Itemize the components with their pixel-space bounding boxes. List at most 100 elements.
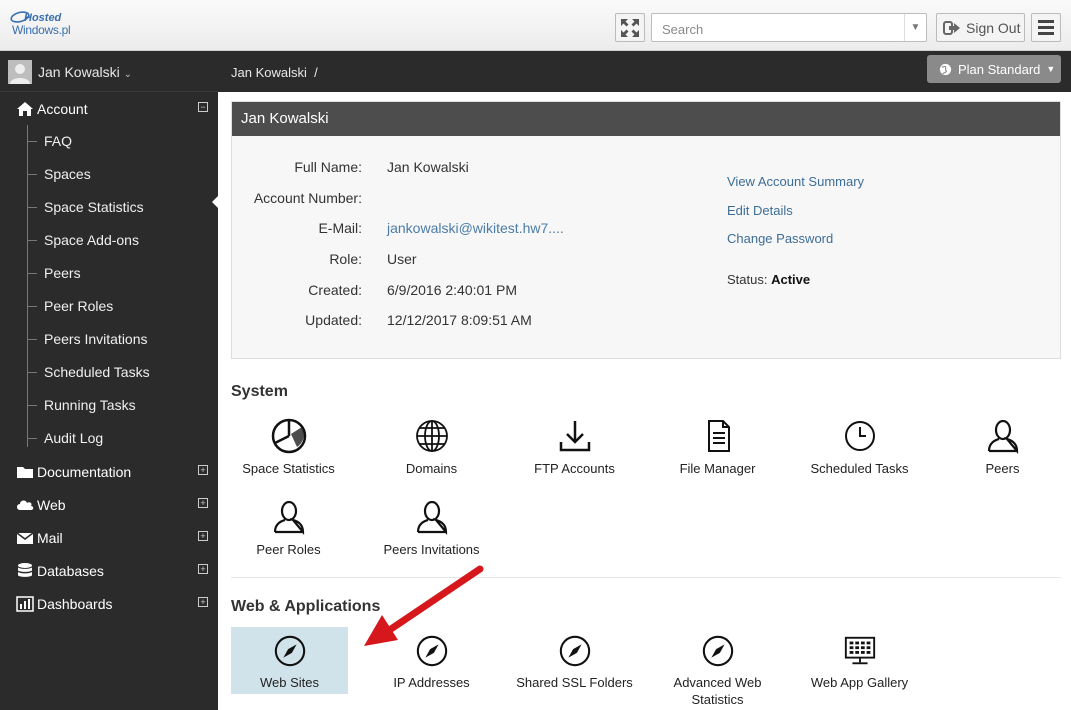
user-name[interactable]: Jan Kowalski ⌄ bbox=[38, 64, 132, 80]
globe-icon bbox=[939, 63, 952, 75]
sidebar-item-label: Databases bbox=[37, 562, 104, 579]
user-icon bbox=[987, 419, 1018, 454]
tile-file-manager[interactable]: File Manager bbox=[659, 418, 776, 488]
tile-peer-roles[interactable]: Peer Roles bbox=[230, 499, 347, 569]
account-panel-title: Jan Kowalski bbox=[232, 102, 1060, 136]
expand-toggle-icon[interactable]: + bbox=[198, 564, 208, 574]
sidebar-item-label: Mail bbox=[37, 529, 63, 546]
cloud-icon bbox=[17, 500, 34, 510]
search-input[interactable] bbox=[660, 20, 900, 38]
sidebar-item-databases[interactable]: Databases + bbox=[0, 554, 218, 587]
search-box[interactable]: ▼ bbox=[651, 13, 927, 42]
tile-label: Peers bbox=[985, 461, 1020, 476]
view-account-summary-link[interactable]: View Account Summary bbox=[727, 174, 864, 189]
compass-icon bbox=[559, 635, 590, 667]
sign-out-button[interactable]: Sign Out bbox=[936, 13, 1025, 42]
envelope-icon bbox=[16, 532, 34, 544]
main-content: Jan Kowalski Full Name: Jan Kowalski Acc… bbox=[218, 92, 1071, 710]
sidebar-item-spaces[interactable]: Spaces bbox=[0, 158, 218, 191]
globe-icon bbox=[415, 420, 448, 452]
expand-toggle-icon[interactable]: + bbox=[198, 498, 208, 508]
email-link[interactable]: jankowalski@wikitest.hw7.... bbox=[387, 220, 564, 236]
hamburger-icon-bar bbox=[1038, 32, 1054, 35]
section-title-system: System bbox=[231, 383, 288, 400]
search-dropdown-toggle[interactable]: ▼ bbox=[904, 14, 926, 41]
hamburger-menu-button[interactable] bbox=[1031, 13, 1061, 42]
sidebar-item-space-add-ons[interactable]: Space Add-ons bbox=[0, 224, 218, 257]
tile-label: Peer Roles bbox=[256, 542, 321, 557]
tile-scheduled-tasks[interactable]: Scheduled Tasks bbox=[801, 418, 918, 488]
user-menu[interactable]: Jan Kowalski ⌄ bbox=[0, 51, 218, 92]
sidebar-item-web[interactable]: Web + bbox=[0, 488, 218, 521]
tile-space-statistics[interactable]: Space Statistics bbox=[230, 418, 347, 488]
breadcrumb-separator: / bbox=[314, 65, 318, 80]
database-icon bbox=[18, 563, 32, 577]
brand-logo[interactable]: Hosted Windows.pl bbox=[10, 10, 76, 40]
field-label-created: Created: bbox=[308, 282, 362, 298]
chevron-down-icon: ⌄ bbox=[123, 69, 132, 80]
expand-toggle-icon[interactable]: + bbox=[198, 465, 208, 475]
field-value-role: User bbox=[387, 251, 417, 267]
sidebar-item-scheduled-tasks[interactable]: Scheduled Tasks bbox=[0, 356, 218, 389]
bar-chart-icon bbox=[16, 596, 34, 612]
tile-peers[interactable]: Peers bbox=[944, 418, 1061, 488]
tile-ftp-accounts[interactable]: FTP Accounts bbox=[516, 418, 633, 488]
tile-advanced-web-statistics[interactable]: Advanced Web Statistics bbox=[659, 634, 776, 707]
sidebar-item-dashboards[interactable]: Dashboards + bbox=[0, 587, 218, 620]
sidebar-item-account[interactable]: Account − bbox=[0, 92, 218, 125]
fullscreen-button[interactable] bbox=[615, 13, 645, 42]
tile-label: Space Statistics bbox=[242, 461, 335, 476]
field-label-full-name: Full Name: bbox=[294, 159, 362, 175]
sidebar-item-audit-log[interactable]: Audit Log bbox=[0, 422, 218, 455]
section-divider bbox=[231, 577, 1061, 578]
document-icon bbox=[707, 420, 730, 452]
logo-line-2: Windows.pl bbox=[12, 23, 71, 37]
tile-label: Scheduled Tasks bbox=[810, 461, 909, 476]
field-value-created: 6/9/2016 2:40:01 PM bbox=[387, 282, 517, 298]
sidebar-item-faq[interactable]: FAQ bbox=[0, 125, 218, 158]
plan-selector-button[interactable]: Plan Standard ▼ bbox=[927, 55, 1061, 83]
hamburger-icon-bar bbox=[1038, 26, 1054, 29]
change-password-link[interactable]: Change Password bbox=[727, 231, 833, 246]
edit-details-link[interactable]: Edit Details bbox=[727, 203, 793, 218]
sidebar-item-documentation[interactable]: Documentation + bbox=[0, 455, 218, 488]
folder-icon bbox=[17, 467, 33, 478]
sidebar-item-label: Web bbox=[37, 496, 66, 513]
tile-label: Shared SSL Folders bbox=[516, 675, 633, 690]
user-icon bbox=[273, 500, 304, 535]
sidebar-item-peers-invitations[interactable]: Peers Invitations bbox=[0, 323, 218, 356]
plan-label: Plan Standard bbox=[958, 61, 1041, 77]
sidebar-item-peer-roles[interactable]: Peer Roles bbox=[0, 290, 218, 323]
expand-toggle-icon[interactable]: + bbox=[198, 597, 208, 607]
tile-web-app-gallery[interactable]: Web App Gallery bbox=[801, 634, 918, 704]
caret-down-icon: ▼ bbox=[910, 22, 921, 33]
tile-label: FTP Accounts bbox=[534, 461, 615, 476]
tile-label: Advanced Web Statistics bbox=[673, 675, 762, 707]
status-badge: Active bbox=[771, 272, 811, 287]
sidebar-item-running-tasks[interactable]: Running Tasks bbox=[0, 389, 218, 422]
breadcrumb-item[interactable]: Jan Kowalski bbox=[231, 65, 307, 80]
collapse-toggle-icon[interactable]: − bbox=[198, 102, 208, 112]
user-silhouette-icon bbox=[10, 64, 30, 84]
sidebar-item-space-statistics[interactable]: Space Statistics bbox=[0, 191, 218, 224]
field-label-updated: Updated: bbox=[305, 312, 362, 328]
clock-icon bbox=[844, 421, 875, 451]
sidebar-item-mail[interactable]: Mail + bbox=[0, 521, 218, 554]
home-icon bbox=[17, 102, 33, 116]
breadcrumb: Jan Kowalski / bbox=[231, 65, 318, 80]
tile-shared-ssl-folders[interactable]: Shared SSL Folders bbox=[516, 634, 633, 704]
pie-chart-icon bbox=[271, 418, 306, 454]
tile-domains[interactable]: Domains bbox=[373, 418, 490, 488]
compass-icon bbox=[274, 635, 305, 667]
tile-web-sites[interactable]: Web Sites bbox=[231, 627, 348, 694]
download-icon bbox=[559, 421, 590, 452]
sidebar-item-peers[interactable]: Peers bbox=[0, 257, 218, 290]
tile-ip-addresses[interactable]: IP Addresses bbox=[373, 634, 490, 704]
user-icon bbox=[416, 500, 447, 535]
tile-peers-invitations[interactable]: Peers Invitations bbox=[373, 499, 490, 569]
expand-toggle-icon[interactable]: + bbox=[198, 531, 208, 541]
tile-label: Web Sites bbox=[259, 675, 319, 690]
field-label-account-number: Account Number: bbox=[253, 190, 362, 206]
breadcrumb-bar: Jan Kowalski / Plan Standard ▼ bbox=[218, 51, 1071, 92]
tile-label: Domains bbox=[405, 461, 458, 476]
